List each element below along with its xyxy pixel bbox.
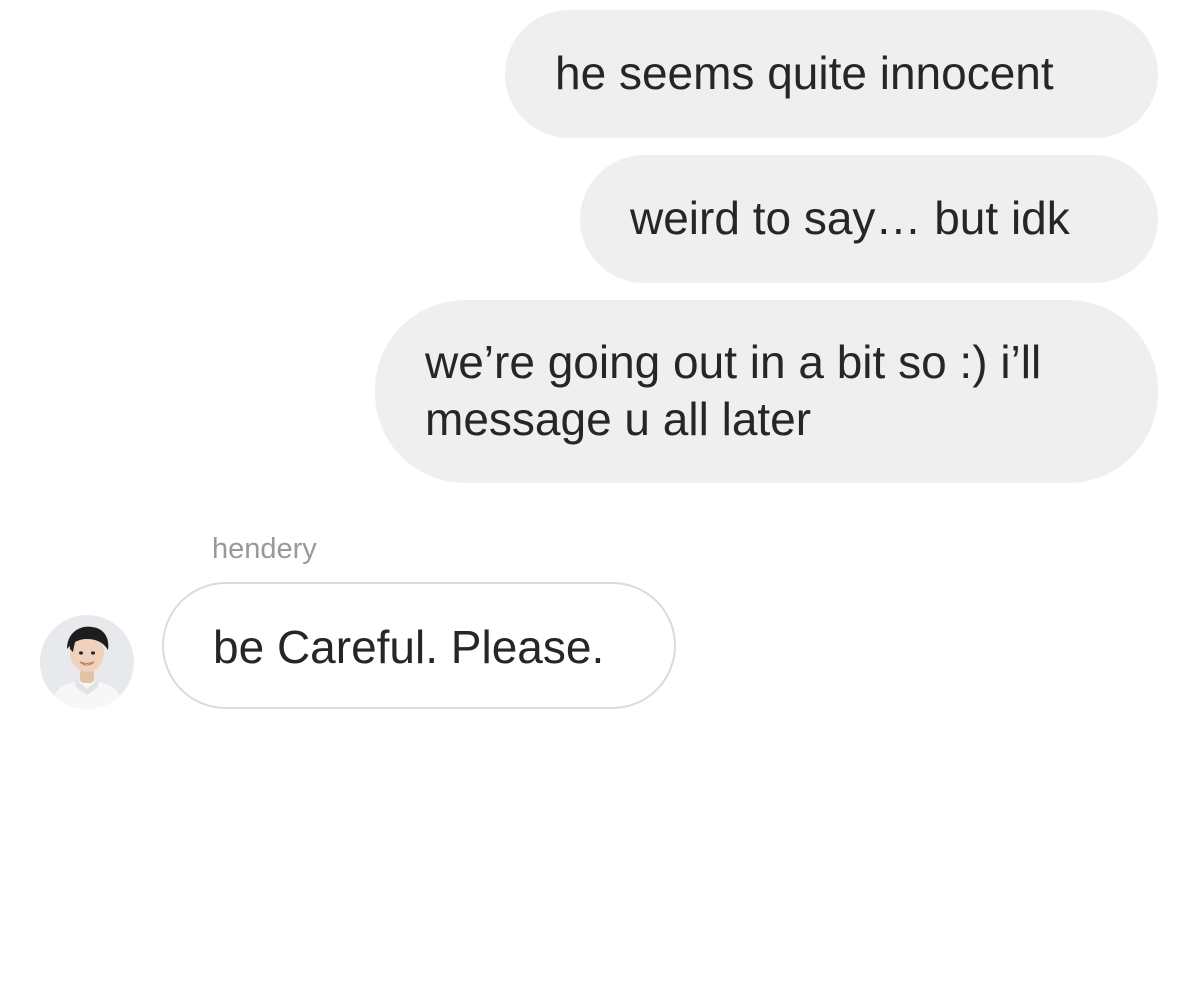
outgoing-message-bubble[interactable]: weird to say… but idk — [580, 155, 1158, 283]
outgoing-message-bubble[interactable]: he seems quite innocent — [505, 10, 1158, 138]
chat-thread: he seems quite innocent weird to say… bu… — [0, 0, 1200, 998]
sender-name: hendery — [212, 533, 317, 565]
outgoing-message-bubble[interactable]: we’re going out in a bit so :) i’ll mess… — [375, 300, 1158, 483]
incoming-message-bubble[interactable]: be Careful. Please. — [162, 582, 676, 709]
avatar[interactable] — [40, 615, 134, 709]
profile-photo-icon — [40, 615, 134, 709]
